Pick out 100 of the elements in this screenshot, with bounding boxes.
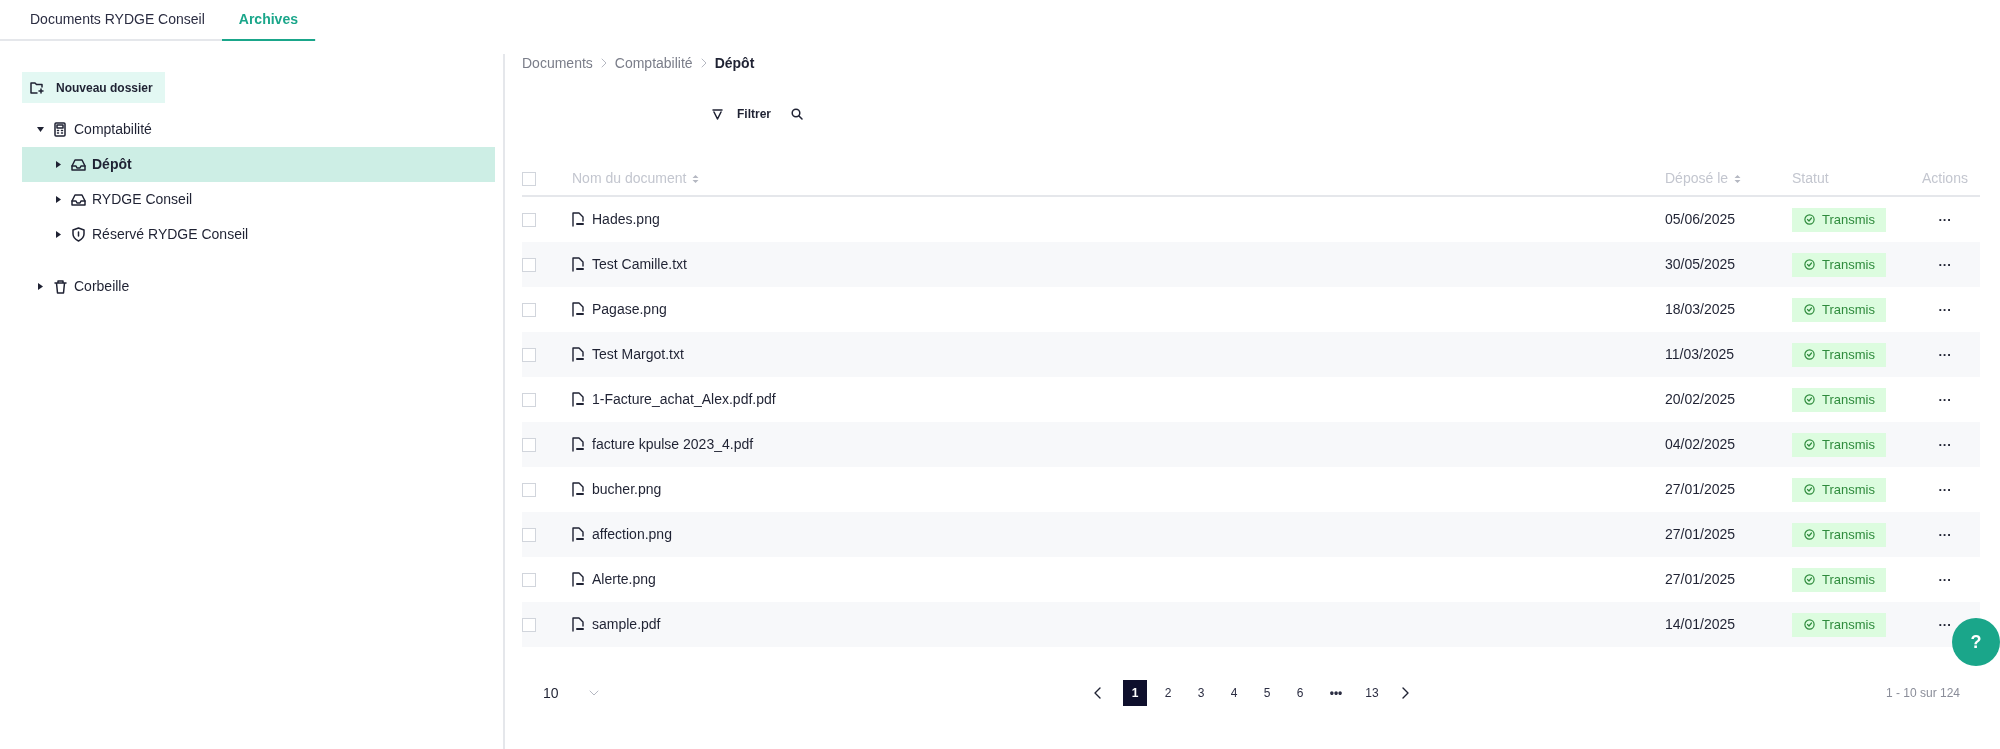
status-badge: Transmis (1792, 387, 1886, 412)
tree-item[interactable]: RYDGE Conseil (22, 182, 495, 217)
file-name[interactable]: Pagase.png (592, 299, 667, 320)
checkbox[interactable] (522, 527, 536, 542)
status-badge: Transmis (1792, 252, 1886, 277)
date-text: 05/06/2025 (1665, 210, 1737, 229)
calculator-icon (53, 122, 68, 137)
more-actions-button[interactable]: ··· (1938, 483, 1952, 496)
file-name[interactable]: Test Margot.txt (592, 344, 684, 365)
checkbox[interactable] (522, 392, 536, 407)
sort-icon (1734, 173, 1742, 184)
page-button[interactable]: 3 (1189, 680, 1213, 706)
breadcrumb-link[interactable]: Comptabilité (614, 52, 693, 74)
checkbox[interactable] (522, 437, 536, 452)
check-circle-icon (1804, 574, 1815, 585)
status-badge: Transmis (1792, 612, 1886, 637)
checkbox[interactable] (522, 257, 536, 272)
page-button[interactable]: 2 (1156, 680, 1180, 706)
file-icon (572, 437, 584, 452)
tree-item[interactable]: Corbeille (22, 269, 495, 304)
check-circle-icon (1804, 304, 1815, 315)
breadcrumb-link[interactable]: Dépôt (714, 52, 755, 74)
status-badge: Transmis (1792, 207, 1886, 232)
check-circle-icon (1804, 394, 1815, 405)
check-circle-icon (1804, 619, 1815, 630)
date-text: 04/02/2025 (1665, 435, 1737, 454)
chevron-right-icon (600, 58, 607, 68)
status-badge: Transmis (1792, 522, 1886, 547)
file-name[interactable]: facture kpulse 2023_4.pdf (592, 434, 754, 455)
more-actions-button[interactable]: ··· (1938, 348, 1952, 361)
file-name[interactable]: Hades.png (592, 209, 660, 230)
caret-icon (55, 196, 62, 203)
more-actions-button[interactable]: ··· (1938, 303, 1952, 316)
tree-item[interactable]: Comptabilité (22, 112, 495, 147)
date-text: 30/05/2025 (1665, 255, 1737, 274)
checkbox[interactable] (522, 572, 536, 587)
caret-icon (37, 126, 44, 133)
check-circle-icon (1804, 259, 1815, 270)
inbox-icon (71, 192, 86, 207)
trash-icon (53, 279, 68, 294)
date-text: 14/01/2025 (1665, 615, 1737, 634)
more-actions-button[interactable]: ··· (1938, 573, 1952, 586)
file-icon (572, 392, 584, 407)
date-text: 20/02/2025 (1665, 390, 1737, 409)
page-button[interactable]: 5 (1255, 680, 1279, 706)
checkbox[interactable] (522, 617, 536, 632)
column-header: Statut (1792, 169, 1829, 188)
file-icon (572, 617, 584, 632)
page-button[interactable]: 4 (1222, 680, 1246, 706)
file-icon (572, 347, 584, 362)
column-header: Actions (1922, 169, 1968, 188)
checkbox[interactable] (522, 347, 536, 362)
file-name[interactable]: sample.pdf (592, 614, 661, 635)
checkbox[interactable] (522, 171, 536, 186)
page-button[interactable]: 13 (1360, 680, 1384, 706)
file-name[interactable]: Alerte.png (592, 569, 656, 590)
search-icon (791, 108, 803, 120)
more-actions-button[interactable]: ··· (1938, 213, 1952, 226)
more-actions-button[interactable]: ··· (1938, 438, 1952, 451)
new-folder-button[interactable]: Nouveau dossier (22, 72, 165, 103)
chevron-left-icon (1093, 687, 1101, 699)
file-icon (572, 572, 584, 587)
date-text: 27/01/2025 (1665, 480, 1737, 499)
tree-item[interactable]: Dépôt (22, 147, 495, 182)
filter-button[interactable]: Filtrer (712, 105, 771, 123)
file-icon (572, 482, 584, 497)
checkbox[interactable] (522, 482, 536, 497)
status-badge: Transmis (1792, 567, 1886, 592)
chevron-right-icon (1401, 687, 1409, 699)
date-text: 27/01/2025 (1665, 570, 1737, 589)
more-actions-button[interactable]: ··· (1938, 618, 1952, 631)
check-circle-icon (1804, 529, 1815, 540)
file-name[interactable]: 1-Facture_achat_Alex.pdf.pdf (592, 389, 776, 410)
sort-icon (692, 173, 700, 184)
chevron-right-icon (700, 58, 707, 68)
search-button[interactable] (791, 108, 803, 120)
checkbox[interactable] (522, 302, 536, 317)
tab[interactable]: Documents RYDGE Conseil (13, 0, 222, 41)
checkbox[interactable] (522, 212, 536, 227)
tree-item[interactable]: Réservé RYDGE Conseil (22, 217, 495, 252)
file-icon (572, 527, 584, 542)
file-icon (572, 302, 584, 317)
file-name[interactable]: Test Camille.txt (592, 254, 687, 275)
folder-plus-icon (30, 81, 44, 94)
page-size-select[interactable]: 10 (543, 682, 599, 704)
file-name[interactable]: affection.png (592, 524, 672, 545)
check-circle-icon (1804, 214, 1815, 225)
date-text: 18/03/2025 (1665, 300, 1737, 319)
date-text: 11/03/2025 (1665, 345, 1736, 364)
status-badge: Transmis (1792, 342, 1886, 367)
more-actions-button[interactable]: ··· (1938, 528, 1952, 541)
page-button[interactable]: 6 (1288, 680, 1312, 706)
file-name[interactable]: bucher.png (592, 479, 662, 500)
more-actions-button[interactable]: ··· (1938, 258, 1952, 271)
page-button[interactable]: 1 (1123, 680, 1147, 706)
check-circle-icon (1804, 484, 1815, 495)
inbox-icon (71, 157, 86, 172)
more-actions-button[interactable]: ··· (1938, 393, 1952, 406)
breadcrumb-link[interactable]: Documents (522, 52, 593, 74)
chevron-down-icon (588, 690, 599, 696)
